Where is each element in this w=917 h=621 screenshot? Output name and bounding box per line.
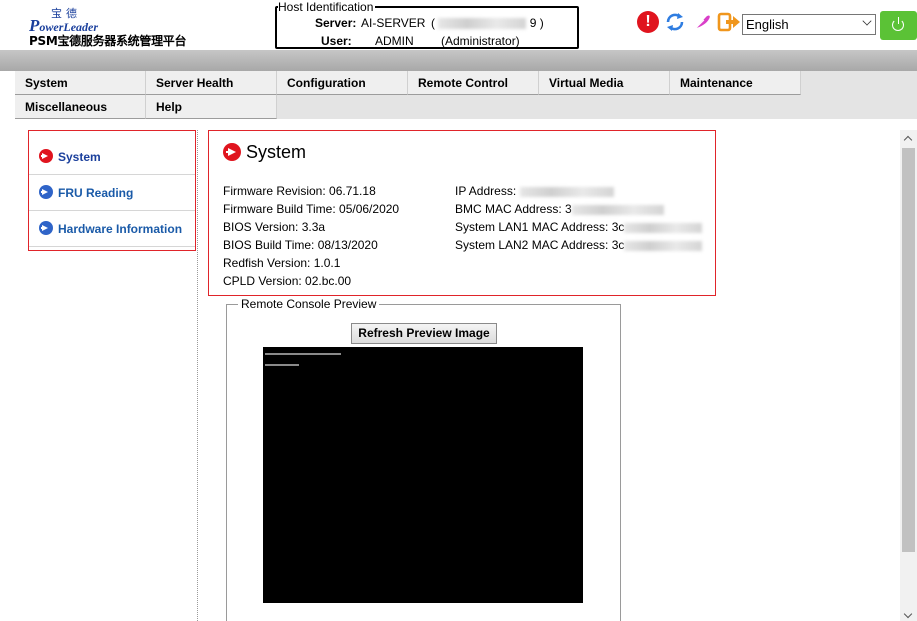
logout-icon[interactable] [717,11,740,33]
lan2-mac-address: System LAN2 MAC Address: 3c [455,238,703,252]
server-label: Server: [315,16,357,30]
platform-subtitle: PSM宝德服务器系统管理平台 [29,34,187,48]
user-name: ADMIN [375,34,414,48]
menu-help[interactable]: Help [146,95,277,119]
sidebar-item-fru-reading[interactable]: FRU Reading [29,175,195,211]
sidebar-item-label: FRU Reading [58,186,134,200]
menu-system[interactable]: System [15,71,146,95]
user-role: (Administrator) [441,34,520,48]
console-preview-image[interactable] [263,347,583,603]
page-scrollbar[interactable] [900,130,917,621]
menu-miscellaneous[interactable]: Miscellaneous [15,95,146,119]
sidebar-item-label: System [58,150,101,164]
remote-console-preview: Remote Console Preview Refresh Preview I… [226,297,621,621]
lan1-mac-address: System LAN1 MAC Address: 3c [455,220,703,234]
sidebar-item-hardware-information[interactable]: Hardware Information [29,211,195,247]
bmc-mac-address: BMC MAC Address: 3 [455,202,664,216]
sidebar-item-label: Hardware Information [58,222,183,236]
firmware-revision: Firmware Revision: 06.71.18 [223,184,376,198]
server-name: AI-SERVER [361,16,426,30]
menu-maintenance[interactable]: Maintenance [670,71,801,95]
menu-remote-control[interactable]: Remote Control [408,71,539,95]
refresh-preview-button[interactable]: Refresh Preview Image [351,323,497,344]
scroll-up-icon[interactable] [900,130,917,147]
scrollbar-thumb[interactable] [902,148,915,552]
menu-configuration[interactable]: Configuration [277,71,408,95]
chevron-down-icon [862,16,872,26]
power-button[interactable] [880,11,917,40]
user-label: User: [321,34,352,48]
bios-version: BIOS Version: 3.3a [223,220,326,234]
main-menu: System Server Health Configuration Remot… [15,71,917,119]
console-text-lines [265,353,341,366]
host-identification-legend: Host Identification [278,0,376,14]
content-divider [197,130,198,621]
ip-address: IP Address: [455,184,614,198]
panel-title: System [246,142,307,162]
remote-console-legend: Remote Console Preview [238,297,380,311]
menu-server-health[interactable]: Server Health [146,71,277,95]
menu-virtual-media[interactable]: Virtual Media [539,71,670,95]
system-info-panel: System Firmware Revision: 06.71.18 Firmw… [208,130,716,296]
arrow-right-circle-blue-icon [39,221,53,235]
powerleader-logo: 宝德 PowerLeader PSM宝德服务器系统管理平台 [29,5,199,48]
arrow-right-circle-red-icon [39,149,53,163]
redfish-version: Redfish Version: 1.0.1 [223,256,341,270]
language-selected-value: English [746,17,789,32]
header-divider-band [0,50,917,71]
sidebar-item-system[interactable]: System [29,139,195,175]
left-navigation: System FRU Reading Hardware Information [28,130,196,251]
refresh-icon[interactable] [664,11,686,33]
host-identification-box: Host Identification Server: AI-SERVER ( … [275,0,579,49]
firmware-build-time: Firmware Build Time: 05/06/2020 [223,202,400,216]
feather-icon[interactable] [690,11,712,33]
alert-icon[interactable]: ! [637,11,659,33]
language-select[interactable]: English [742,14,876,35]
cpld-version: CPLD Version: 02.bc.00 [223,274,352,288]
bios-build-time: BIOS Build Time: 08/13/2020 [223,238,378,252]
server-address: ( 9 ) [431,16,544,30]
header: 宝德 PowerLeader PSM宝德服务器系统管理平台 Host Ident… [0,0,917,50]
scroll-down-icon[interactable] [900,608,917,621]
arrow-right-circle-red-icon [223,143,241,161]
arrow-right-circle-blue-icon [39,185,53,199]
